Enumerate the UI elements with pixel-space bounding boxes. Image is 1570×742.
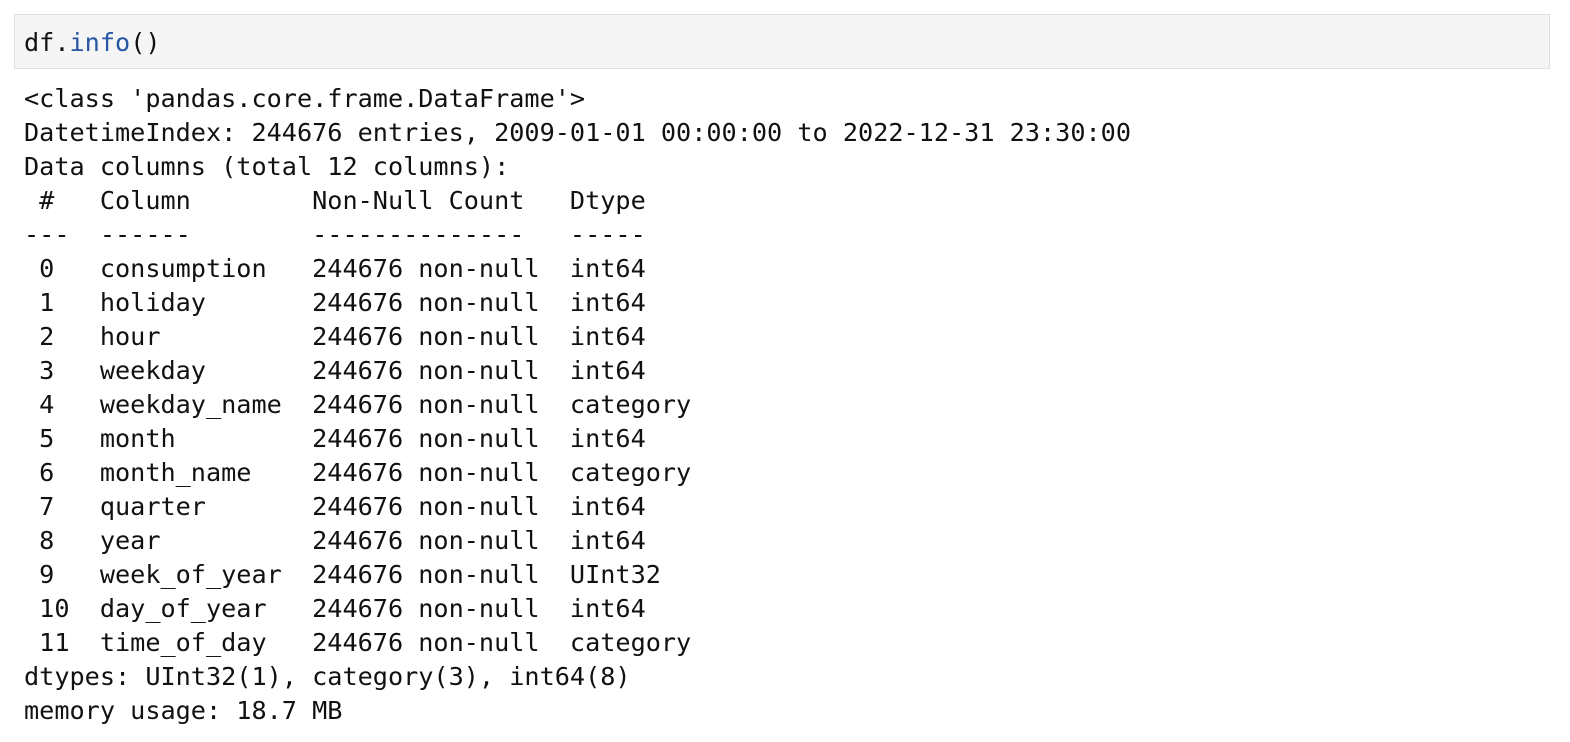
table-separator-line: --- ------ -------------- ----- [24, 220, 692, 249]
code-input-cell[interactable]: df.info() [14, 14, 1550, 69]
code-dot-token: . [54, 28, 70, 57]
table-header-line: # Column Non-Null Count Dtype [24, 186, 692, 215]
cell-output: <class 'pandas.core.frame.DataFrame'> Dat… [24, 82, 1131, 728]
table-row: 8 year 244676 non-null int64 [24, 526, 692, 555]
table-row: 0 consumption 244676 non-null int64 [24, 254, 692, 283]
table-row: 10 day_of_year 244676 non-null int64 [24, 594, 692, 623]
code-object-token: df [24, 28, 55, 57]
table-row: 1 holiday 244676 non-null int64 [24, 288, 692, 317]
table-row: 7 quarter 244676 non-null int64 [24, 492, 692, 521]
table-row: 2 hour 244676 non-null int64 [24, 322, 692, 351]
index-line: DatetimeIndex: 244676 entries, 2009-01-0… [24, 118, 1131, 147]
table-row: 11 time_of_day 244676 non-null category [24, 628, 692, 657]
table-row: 6 month_name 244676 non-null category [24, 458, 692, 487]
class-line: <class 'pandas.core.frame.DataFrame'> [24, 84, 586, 113]
columns-summary-line: Data columns (total 12 columns): [24, 152, 510, 181]
code-call-token: () [130, 28, 161, 57]
table-row: 4 weekday_name 244676 non-null category [24, 390, 692, 419]
table-row: 3 weekday 244676 non-null int64 [24, 356, 692, 385]
memory-usage-line: memory usage: 18.7 MB [24, 696, 343, 725]
table-row: 5 month 244676 non-null int64 [24, 424, 692, 453]
code-method-token: info [69, 28, 131, 57]
table-row: 9 week_of_year 244676 non-null UInt32 [24, 560, 692, 589]
dtypes-line: dtypes: UInt32(1), category(3), int64(8) [24, 662, 631, 691]
